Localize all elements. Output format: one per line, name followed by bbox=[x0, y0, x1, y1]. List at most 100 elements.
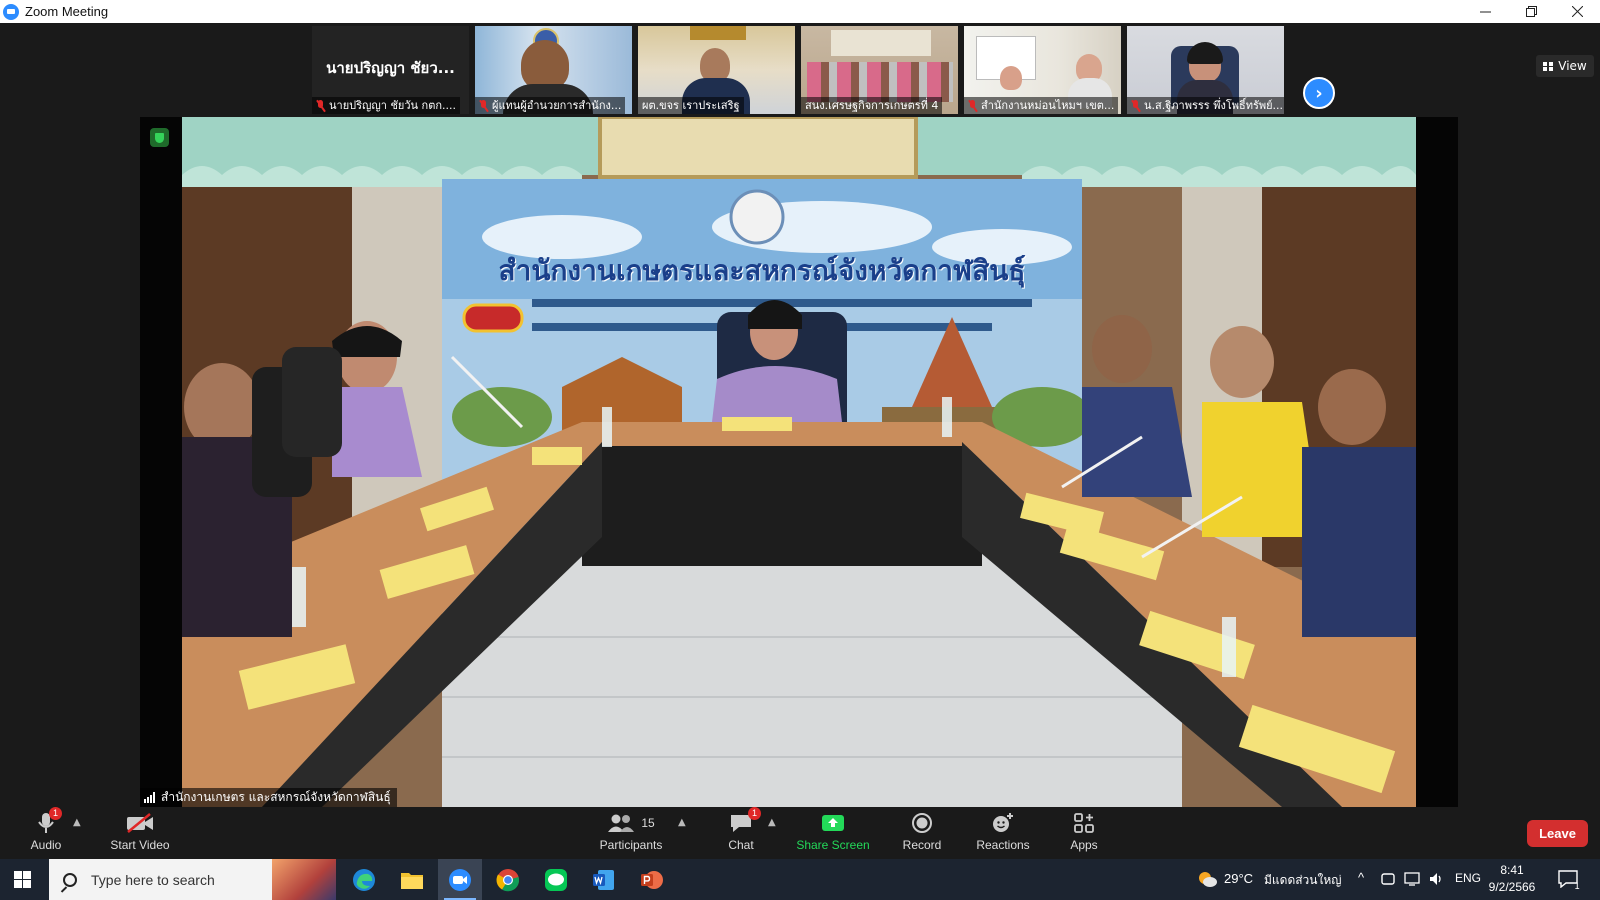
participant-name-label: น.ส.ฐิภาพรรร พึ่งโพธิ์ทรัพย์... bbox=[1127, 97, 1284, 114]
participant-video-person bbox=[521, 40, 569, 90]
edge-browser-icon bbox=[353, 868, 375, 891]
apps-label: Apps bbox=[1070, 838, 1098, 852]
share-screen-button[interactable]: Share Screen bbox=[796, 810, 870, 856]
windows-taskbar: Type here to search 29°C มีแดดส่วนใหญ่ ^… bbox=[0, 859, 1600, 900]
taskbar-search-box[interactable]: Type here to search bbox=[49, 859, 336, 900]
weather-description[interactable]: มีแดดส่วนใหญ่ bbox=[1264, 871, 1342, 890]
search-highlight-art bbox=[272, 859, 336, 900]
audio-options-caret-icon[interactable]: ▲ bbox=[73, 817, 81, 828]
record-button[interactable]: Record bbox=[902, 810, 942, 856]
meeting-toolbar: 1 Audio ▲ Start Video 15 Participants ▲ … bbox=[0, 807, 1600, 859]
room-banner bbox=[831, 30, 931, 56]
video-icon-wrap bbox=[126, 810, 154, 836]
weather-sun-icon[interactable] bbox=[1196, 870, 1217, 888]
windows-start-icon[interactable] bbox=[14, 871, 31, 888]
participant-name-label: ผต.ขจร เราประเสริฐ bbox=[638, 97, 744, 114]
taskbar-chrome-app[interactable] bbox=[486, 859, 530, 900]
video-off-icon bbox=[127, 813, 153, 833]
participant-name-text: ผต.ขจร เราประเสริฐ bbox=[642, 99, 740, 112]
taskbar-word-app[interactable] bbox=[582, 859, 626, 900]
taskbar-file-explorer-app[interactable] bbox=[390, 859, 434, 900]
main-video-area: สำนักงานเกษตรและสหกรณ์จังหวัดกาฬสินธุ์ ส… bbox=[140, 117, 1458, 807]
participant-tile[interactable]: น.ส.ฐิภาพรรร พึ่งโพธิ์ทรัพย์... bbox=[1127, 26, 1284, 114]
smiley-plus-icon bbox=[993, 813, 1013, 832]
restore-icon bbox=[1525, 6, 1537, 17]
meet-now-icon[interactable] bbox=[1380, 871, 1396, 891]
record-label: Record bbox=[902, 838, 942, 852]
room-people bbox=[807, 62, 953, 102]
signal-strength-icon bbox=[144, 792, 155, 803]
participant-tile[interactable]: นายปริญญา ชัยว... นายปริญญา ชัยวัน กตก..… bbox=[312, 26, 469, 114]
title-bar: Zoom Meeting bbox=[0, 0, 1600, 23]
tray-expand-caret-icon[interactable]: ^ bbox=[1358, 870, 1364, 885]
word-icon bbox=[593, 869, 614, 890]
participant-video-person bbox=[700, 48, 730, 82]
share-icon-wrap bbox=[821, 810, 845, 836]
leave-button[interactable]: Leave bbox=[1527, 820, 1588, 847]
audio-button[interactable]: 1 Audio bbox=[28, 807, 64, 856]
grid-view-icon bbox=[1543, 61, 1554, 71]
search-placeholder: Type here to search bbox=[91, 871, 215, 888]
powerpoint-icon bbox=[641, 870, 663, 889]
close-icon bbox=[1571, 6, 1583, 17]
minimize-button[interactable] bbox=[1462, 0, 1508, 23]
participants-button[interactable]: 15 Participants bbox=[596, 810, 666, 856]
chat-options-caret-icon[interactable]: ▲ bbox=[768, 817, 776, 828]
mic-muted-icon bbox=[479, 99, 488, 112]
restore-button[interactable] bbox=[1508, 0, 1554, 23]
participant-name-label: นายปริญญา ชัยวัน กตก.... bbox=[312, 97, 461, 114]
zoom-meeting-window: Zoom Meeting นายปริญญา ชัยว... นายปริญญา… bbox=[0, 0, 1600, 900]
chat-label: Chat bbox=[728, 838, 754, 852]
close-button[interactable] bbox=[1554, 0, 1600, 23]
mic-muted-icon bbox=[968, 99, 977, 112]
start-video-button[interactable]: Start Video bbox=[108, 810, 172, 856]
search-icon bbox=[63, 872, 77, 887]
window-title: Zoom Meeting bbox=[25, 4, 109, 19]
wall-frame bbox=[690, 26, 746, 40]
apps-icon-wrap bbox=[1073, 810, 1095, 836]
taskbar-zoom-app[interactable] bbox=[438, 859, 482, 900]
participants-icon-wrap: 15 bbox=[607, 810, 655, 836]
chat-icon-wrap: 1 bbox=[729, 807, 761, 836]
apps-button[interactable]: Apps bbox=[1068, 810, 1100, 856]
input-language[interactable]: ENG bbox=[1455, 871, 1481, 885]
participant-tile[interactable]: สนง.เศรษฐกิจการเกษตรที่ 4 bbox=[801, 26, 958, 114]
encryption-shield-icon[interactable] bbox=[150, 128, 169, 147]
participant-thumbnail-strip: นายปริญญา ชัยว... นายปริญญา ชัยวัน กตก..… bbox=[0, 23, 1600, 117]
audio-icon-wrap: 1 bbox=[38, 807, 62, 836]
reactions-label: Reactions bbox=[976, 838, 1030, 852]
clock[interactable]: 8:41 9/2/2566 bbox=[1484, 862, 1540, 896]
banner-text: สำนักงานเกษตรและสหกรณ์จังหวัดกาฬสินธุ์ bbox=[498, 254, 1026, 287]
taskbar-line-app[interactable] bbox=[534, 859, 578, 900]
chat-button[interactable]: 1 Chat bbox=[726, 807, 761, 856]
participants-options-caret-icon[interactable]: ▲ bbox=[678, 817, 686, 828]
participant-name-text: นายปริญญา ชัยวัน กตก.... bbox=[329, 99, 457, 112]
weather-temperature[interactable]: 29°C bbox=[1224, 871, 1253, 886]
participant-name-label: สนง.เศรษฐกิจการเกษตรที่ 4 bbox=[801, 97, 943, 114]
chevron-right-icon: › bbox=[1315, 82, 1323, 104]
active-speaker-label: สำนักงานเกษตร และสหกรณ์จังหวัดกาฬสินธุ์ bbox=[140, 788, 397, 807]
reactions-icon-wrap bbox=[991, 810, 1015, 836]
taskbar-edge-app[interactable] bbox=[342, 859, 386, 900]
participant-tile[interactable]: สำนักงานหม่อนไหมฯ เขต... bbox=[964, 26, 1121, 114]
next-page-button[interactable]: › bbox=[1303, 77, 1335, 109]
participant-name-text: ผู้แทนผู้อำนวยการสำนักง... bbox=[492, 99, 622, 112]
network-icon[interactable] bbox=[1404, 871, 1420, 891]
participant-name-text: สนง.เศรษฐกิจการเกษตรที่ 4 bbox=[805, 99, 939, 112]
taskbar-powerpoint-app[interactable] bbox=[630, 859, 674, 900]
participants-icon bbox=[608, 814, 635, 832]
zoom-app-icon bbox=[449, 868, 471, 891]
reactions-button[interactable]: Reactions bbox=[976, 810, 1030, 856]
participant-tile[interactable]: ผต.ขจร เราประเสริฐ bbox=[638, 26, 795, 114]
participant-tile[interactable]: ผู้แทนผู้อำนวยการสำนักง... bbox=[475, 26, 632, 114]
chrome-icon bbox=[496, 868, 520, 891]
mic-muted-icon bbox=[1131, 99, 1140, 112]
volume-icon[interactable] bbox=[1428, 871, 1444, 891]
share-screen-label: Share Screen bbox=[796, 838, 870, 852]
mic-muted-icon bbox=[316, 99, 325, 112]
share-screen-icon bbox=[822, 815, 844, 831]
meeting-room-video: สำนักงานเกษตรและสหกรณ์จังหวัดกาฬสินธุ์ bbox=[182, 117, 1416, 807]
notification-center-icon[interactable]: 1 bbox=[1558, 870, 1580, 892]
view-button[interactable]: View bbox=[1536, 55, 1594, 77]
record-icon bbox=[912, 813, 932, 833]
